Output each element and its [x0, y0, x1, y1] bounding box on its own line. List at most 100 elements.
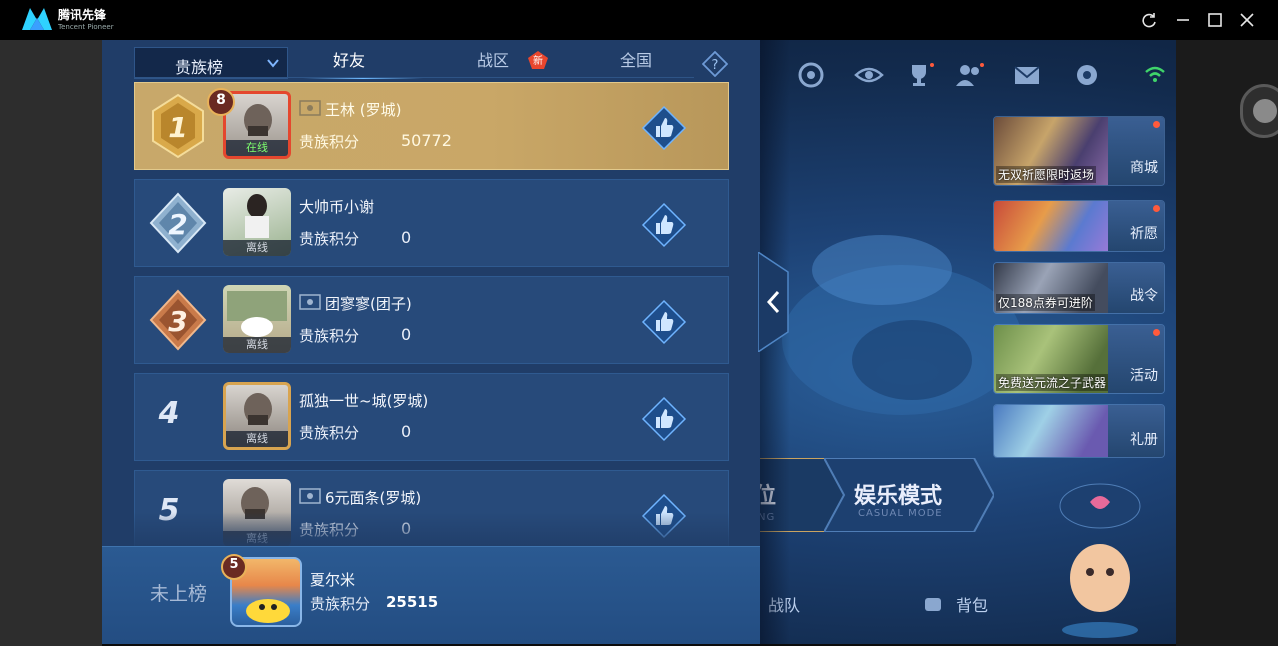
tencent-pioneer-logo-icon	[22, 8, 52, 30]
vip-level: 8	[216, 92, 226, 108]
emulator-left-margin	[0, 40, 102, 646]
player-name: 孤独一世~城(罗城)	[299, 392, 429, 410]
score-value: 0	[401, 325, 412, 344]
shop-card-label: 礼册	[1130, 432, 1158, 448]
player-name: 6元面条(罗城)	[325, 489, 422, 507]
nav-backpack[interactable]: 背包	[956, 592, 988, 616]
emulator-side-handle[interactable]	[1240, 84, 1278, 138]
shop-card-event[interactable]: 活动 免费送元流之子武器	[993, 324, 1165, 394]
rank-number: 4	[158, 396, 180, 431]
not-ranked-label: 未上榜	[150, 583, 208, 605]
notification-dot	[1153, 329, 1160, 336]
emulator-titlebar: 腾讯先锋 Tencent Pioneer	[0, 0, 1278, 40]
my-vip-level: 5	[229, 557, 239, 572]
shop-card-wish[interactable]: 祈愿	[993, 200, 1165, 252]
vip-level-badge: 8	[206, 87, 236, 117]
rank-number: 1	[168, 111, 187, 144]
shop-card-label: 活动	[1130, 368, 1158, 384]
my-score-label: 贵族积分	[310, 595, 371, 613]
tab-label: 好友	[333, 51, 366, 70]
shop-card-caption: 仅188点券可进阶	[996, 294, 1095, 311]
player-name: 大帅币小谢	[299, 198, 375, 216]
mail-icon[interactable]	[1012, 60, 1042, 90]
notification-dot	[1153, 205, 1160, 212]
player-name: 团寥寥(团子)	[325, 295, 412, 313]
avatar-photo	[244, 393, 272, 425]
my-ranking-bar: 未上榜 5 夏尔米 贵族积分 25515	[102, 546, 760, 644]
casual-mode-label: 娱乐模式	[854, 484, 943, 509]
offline-status: 离线	[223, 240, 291, 256]
help-icon[interactable]: ?	[702, 51, 728, 77]
leaderboard-row: 1 在线 8 王林 (罗城) 贵族积分 50772	[134, 82, 729, 170]
shop-card-giftbook[interactable]: 礼册	[993, 404, 1165, 458]
tab-divider	[134, 77, 694, 78]
score-value: 50772	[401, 131, 452, 150]
trophy-icon[interactable]	[904, 60, 934, 90]
new-badge: 新	[528, 51, 548, 69]
tab-national[interactable]: 全国	[620, 47, 652, 79]
app-name: 腾讯先锋	[58, 8, 107, 22]
nobility-card-icon	[299, 100, 321, 116]
close-icon[interactable]	[1237, 10, 1257, 30]
tab-label: 战区	[477, 51, 510, 70]
shop-card-label: 商城	[1130, 160, 1158, 176]
hero-art-image	[994, 201, 1110, 251]
maximize-icon[interactable]	[1205, 10, 1225, 30]
rank-3-bronze-badge-icon: 3	[149, 289, 207, 351]
wifi-icon	[1145, 66, 1165, 82]
rank-number: 3	[168, 305, 187, 338]
avatar-photo	[227, 291, 287, 337]
score-label: 贵族积分	[299, 133, 360, 151]
new-badge-text: 新	[533, 54, 543, 67]
avatar[interactable]: 离线	[223, 382, 291, 450]
tab-label: 全国	[620, 51, 653, 70]
score-value: 0	[401, 422, 412, 441]
score-value: 0	[401, 228, 412, 247]
score-label: 贵族积分	[299, 327, 360, 345]
recording-icon[interactable]	[796, 60, 826, 90]
like-button[interactable]	[641, 396, 687, 442]
rank-1-gold-badge-icon: 1	[152, 93, 204, 159]
settings-icon[interactable]	[1072, 60, 1102, 90]
refresh-icon[interactable]	[1139, 10, 1159, 30]
avatar[interactable]: 离线	[223, 285, 291, 353]
like-button[interactable]	[641, 202, 687, 248]
collapse-panel-button[interactable]	[758, 252, 792, 352]
my-vip-level-badge: 5	[220, 553, 248, 581]
leaderboard-type-dropdown[interactable]: 贵族榜	[134, 47, 288, 79]
avatar-photo	[245, 194, 269, 238]
leaderboard-row: 2 离线 大帅币小谢 贵族积分 0	[134, 179, 729, 267]
eye-icon[interactable]	[854, 60, 884, 90]
nobility-card-icon	[299, 294, 321, 310]
score-label: 贵族积分	[299, 424, 360, 442]
avatar[interactable]: 离线	[223, 188, 291, 256]
score-label: 贵族积分	[299, 230, 360, 248]
my-player-name: 夏尔米	[310, 571, 356, 589]
shop-card-battlepass[interactable]: 战令 仅188点券可进阶	[993, 262, 1165, 314]
nobility-card-icon	[299, 488, 321, 504]
like-button[interactable]	[641, 105, 687, 151]
leaderboard-row: 3 离线 团寥寥(团子) 贵族积分 0	[134, 276, 729, 364]
app-subtitle: Tencent Pioneer	[58, 23, 114, 31]
player-name: 王林 (罗城)	[325, 101, 402, 119]
chevron-down-icon	[267, 59, 279, 68]
my-score-value: 25515	[386, 593, 439, 611]
tab-region[interactable]: 战区	[477, 47, 509, 79]
like-button[interactable]	[641, 299, 687, 345]
tab-friends[interactable]: 好友	[303, 47, 423, 79]
casual-mode-sublabel: CASUAL MODE	[858, 508, 943, 519]
dropdown-label: 贵族榜	[175, 58, 224, 77]
mascot-pet[interactable]	[1050, 480, 1150, 640]
shop-card-label: 祈愿	[1130, 226, 1158, 242]
backpack-icon	[925, 598, 941, 611]
online-status: 在线	[226, 140, 288, 156]
shop-card-caption: 无双祈愿限时返场	[996, 166, 1097, 183]
avatar-photo	[244, 104, 272, 136]
hero-art-image	[994, 405, 1110, 457]
offline-status: 离线	[226, 431, 288, 447]
gear-icon	[1253, 99, 1277, 123]
avatar-photo	[246, 599, 290, 623]
shop-card-mall[interactable]: 商城 无双祈愿限时返场	[993, 116, 1165, 186]
friends-icon[interactable]	[954, 60, 984, 90]
minimize-icon[interactable]	[1173, 10, 1193, 30]
